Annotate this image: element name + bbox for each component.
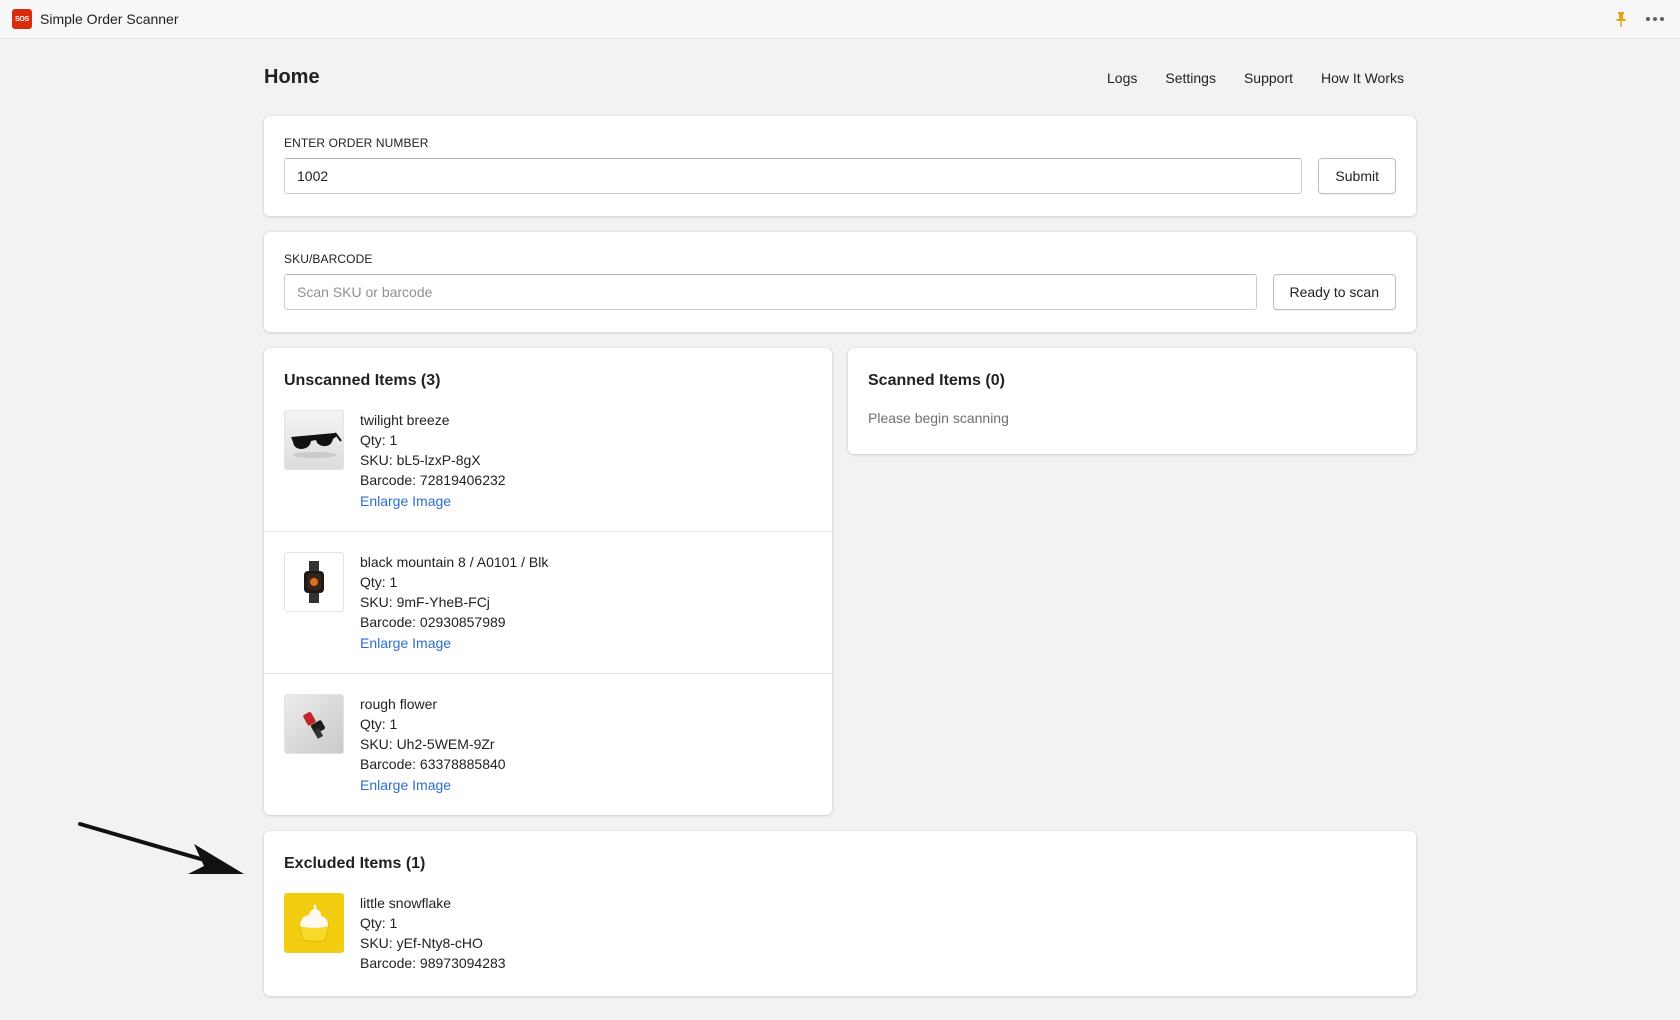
product-thumbnail-smartwatch <box>284 552 344 612</box>
app-logo: SOS <box>12 9 32 29</box>
list-item: rough flower Qty: 1 SKU: Uh2-5WEM-9Zr Ba… <box>264 673 832 815</box>
unscanned-items-header: Unscanned Items (3) <box>264 348 832 410</box>
item-name: little snowflake <box>360 895 452 911</box>
sku-barcode-card: SKU/BARCODE Ready to scan <box>264 232 1416 332</box>
scanned-items-title: Scanned Items (0) <box>868 372 1005 389</box>
page-title: Home <box>264 66 320 88</box>
scanned-items-card: Scanned Items (0) Please begin scanning <box>848 348 1416 454</box>
unscanned-items-title: Unscanned Items (3) <box>284 372 441 389</box>
item-details: rough flower Qty: 1 SKU: Uh2-5WEM-9Zr Ba… <box>360 694 506 795</box>
item-name: rough flower <box>360 696 438 712</box>
scanned-empty-message: Please begin scanning <box>868 410 1009 426</box>
enlarge-image-link[interactable]: Enlarge Image <box>360 633 548 653</box>
enlarge-image-link[interactable]: Enlarge Image <box>360 491 506 511</box>
excluded-items-title: Excluded Items (1) <box>284 855 426 872</box>
annotation-arrow-icon <box>78 822 244 874</box>
nav-support[interactable]: Support <box>1244 70 1293 86</box>
item-barcode: Barcode: 63378885840 <box>360 756 506 772</box>
sku-barcode-label: SKU/BARCODE <box>284 252 373 266</box>
sku-barcode-input[interactable] <box>284 274 1257 310</box>
item-name: black mountain 8 / A0101 / Blk <box>360 554 549 570</box>
items-columns: Unscanned Items (3) twilight breeze Qty:… <box>264 348 1416 815</box>
app-title: Simple Order Scanner <box>40 11 179 27</box>
item-name: twilight breeze <box>360 412 450 428</box>
item-qty: Qty: 1 <box>360 574 398 590</box>
topbar-actions <box>1614 11 1668 27</box>
page-header: Home Logs Settings Support How It Works <box>264 39 1416 116</box>
item-barcode: Barcode: 72819406232 <box>360 472 506 488</box>
list-item: black mountain 8 / A0101 / Blk Qty: 1 SK… <box>264 531 832 673</box>
main-page: Home Logs Settings Support How It Works … <box>264 39 1416 996</box>
item-barcode: Barcode: 98973094283 <box>360 955 506 971</box>
order-number-row: Submit <box>284 158 1396 194</box>
submit-button[interactable]: Submit <box>1318 158 1396 194</box>
enlarge-image-link[interactable]: Enlarge Image <box>360 775 506 795</box>
excluded-items-card: Excluded Items (1) little snowflake Qty:… <box>264 831 1416 996</box>
top-bar: SOS Simple Order Scanner <box>0 0 1680 39</box>
order-number-label: ENTER ORDER NUMBER <box>284 136 429 150</box>
item-qty: Qty: 1 <box>360 915 398 931</box>
product-thumbnail-cupcake <box>284 893 344 953</box>
ready-to-scan-button[interactable]: Ready to scan <box>1272 274 1396 310</box>
list-item: twilight breeze Qty: 1 SKU: bL5-lzxP-8gX… <box>264 410 832 531</box>
page-nav: Logs Settings Support How It Works <box>1107 70 1404 86</box>
item-details: little snowflake Qty: 1 SKU: yEf-Nty8-cH… <box>360 893 506 973</box>
product-thumbnail-sunglasses <box>284 410 344 470</box>
order-number-input[interactable] <box>284 158 1303 194</box>
item-details: twilight breeze Qty: 1 SKU: bL5-lzxP-8gX… <box>360 410 506 511</box>
sku-barcode-row: Ready to scan <box>284 274 1396 310</box>
nav-settings[interactable]: Settings <box>1165 70 1216 86</box>
item-sku: SKU: bL5-lzxP-8gX <box>360 452 481 468</box>
unscanned-items-card: Unscanned Items (3) twilight breeze Qty:… <box>264 348 832 815</box>
pin-icon[interactable] <box>1614 11 1628 27</box>
item-sku: SKU: 9mF-YheB-FCj <box>360 594 490 610</box>
item-barcode: Barcode: 02930857989 <box>360 614 506 630</box>
list-item: little snowflake Qty: 1 SKU: yEf-Nty8-cH… <box>284 873 1396 973</box>
item-qty: Qty: 1 <box>360 432 398 448</box>
item-details: black mountain 8 / A0101 / Blk Qty: 1 SK… <box>360 552 548 653</box>
nav-logs[interactable]: Logs <box>1107 70 1137 86</box>
nav-how-it-works[interactable]: How It Works <box>1321 70 1404 86</box>
order-number-card: ENTER ORDER NUMBER Submit <box>264 116 1416 216</box>
more-horizontal-icon[interactable] <box>1646 17 1664 21</box>
item-sku: SKU: yEf-Nty8-cHO <box>360 935 483 951</box>
item-sku: SKU: Uh2-5WEM-9Zr <box>360 736 495 752</box>
item-qty: Qty: 1 <box>360 716 398 732</box>
product-thumbnail-gadget <box>284 694 344 754</box>
